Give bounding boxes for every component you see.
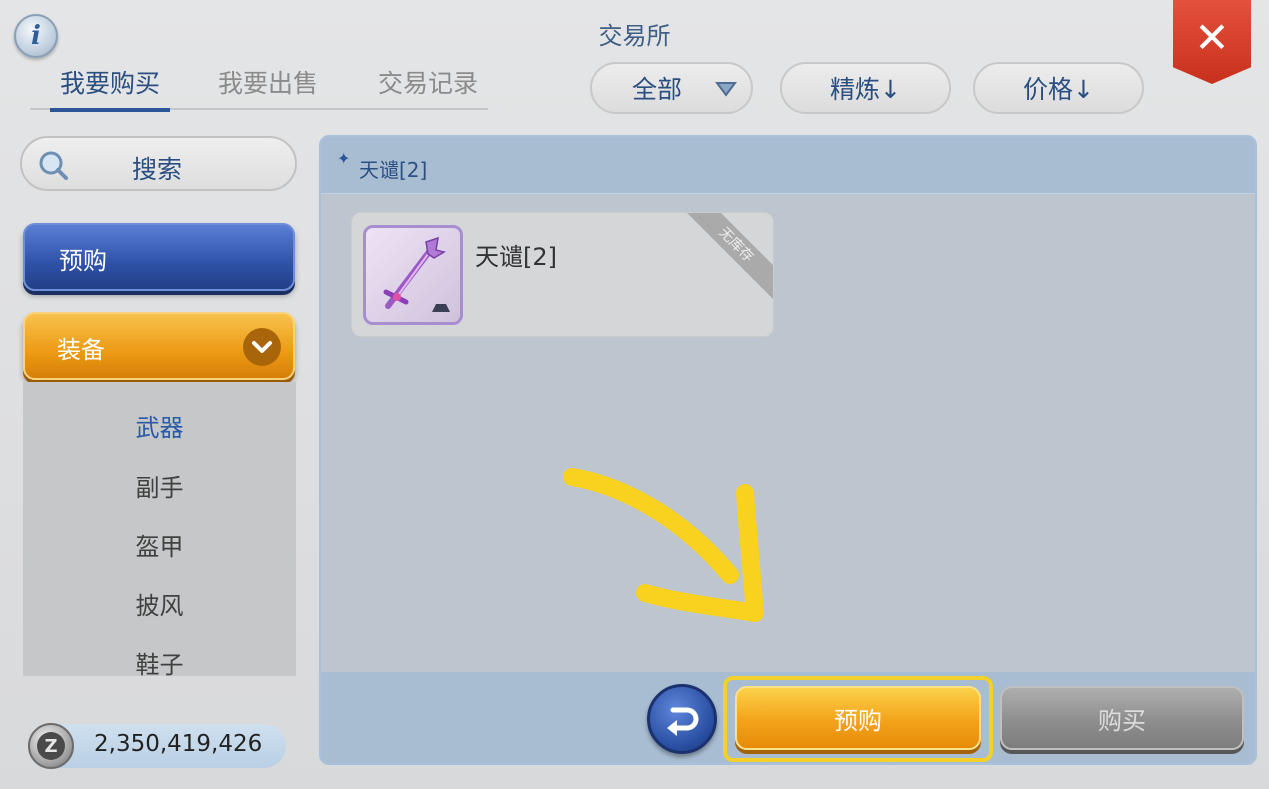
subcategory-shoes[interactable]: 鞋子 — [23, 645, 296, 680]
buy-button[interactable]: 购买 — [1000, 686, 1244, 750]
item-name: 天谴[2] — [475, 243, 557, 271]
currency-amount: 2,350,419,426 — [94, 731, 263, 757]
search-icon — [39, 151, 68, 180]
tab-buy[interactable]: 我要购买 — [50, 64, 170, 112]
preorder-sidebar-label: 预购 — [59, 247, 107, 275]
item-list-panel: ✦ 天谴[2] 天谴[2] 无库存 预购 购买 — [319, 135, 1257, 765]
subcategory-offhand[interactable]: 副手 — [23, 468, 296, 503]
refine-sort-button[interactable]: 精炼↓ — [780, 62, 951, 114]
category-dropdown-value: 全部 — [632, 75, 683, 104]
tab-sell[interactable]: 我要出售 — [208, 64, 328, 108]
out-of-stock-badge: 无库存 — [674, 213, 773, 307]
sword-icon — [383, 236, 450, 312]
search-label: 搜索 — [132, 155, 183, 184]
subcategory-armor[interactable]: 盔甲 — [23, 527, 296, 562]
action-bar: 预购 购买 — [321, 672, 1255, 763]
close-button[interactable]: ✕ — [1173, 0, 1251, 84]
page-title: 交易所 — [598, 22, 671, 50]
tab-history[interactable]: 交易记录 — [368, 64, 488, 108]
subcategory-list: 武器 副手 盔甲 披风 鞋子 — [23, 382, 296, 679]
close-icon: ✕ — [1194, 12, 1230, 62]
tab-bar: 我要购买 我要出售 交易记录 — [30, 62, 488, 112]
search-button[interactable]: 搜索 — [20, 136, 297, 191]
content-header: ✦ 天谴[2] — [321, 137, 1255, 194]
return-arrow-icon — [667, 707, 699, 736]
zeny-coin-icon: Z — [28, 723, 74, 769]
category-dropdown[interactable]: 全部 — [590, 62, 753, 114]
sparkle-icon: ✦ — [337, 149, 351, 168]
content-header-label: 天谴[2] — [359, 158, 428, 182]
chevron-down-icon — [715, 82, 737, 97]
item-card[interactable]: 天谴[2] 无库存 — [351, 212, 774, 337]
preorder-button[interactable]: 预购 — [735, 686, 981, 750]
annotation-arrow-icon — [563, 468, 764, 622]
category-equipment[interactable]: 装备 — [23, 312, 295, 380]
back-button[interactable] — [647, 684, 717, 754]
item-thumbnail — [363, 225, 463, 325]
price-sort-button[interactable]: 价格↓ — [973, 62, 1144, 114]
category-equipment-label: 装备 — [57, 336, 105, 364]
subcategory-cloak[interactable]: 披风 — [23, 586, 296, 621]
preorder-sidebar-button[interactable]: 预购 — [23, 223, 295, 291]
subcategory-weapon[interactable]: 武器 — [23, 408, 296, 443]
chevron-down-icon — [243, 328, 281, 366]
